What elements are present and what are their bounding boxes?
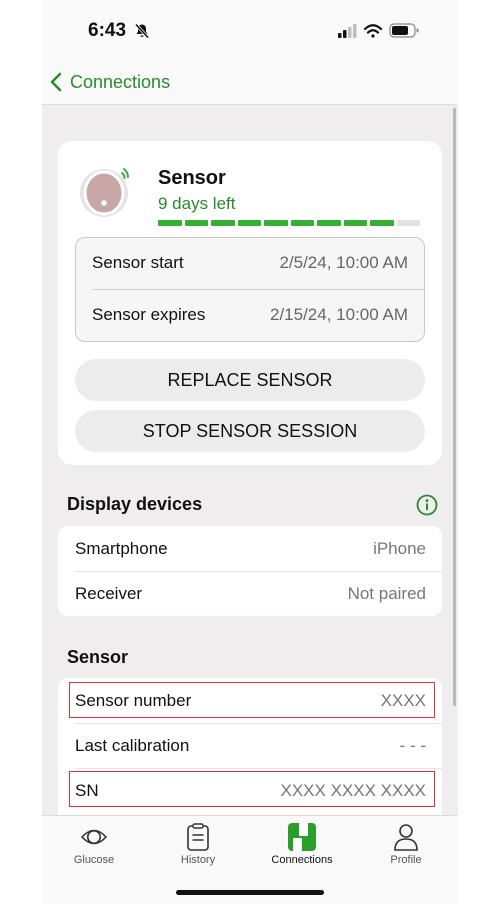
phone-screen: 6:43 Connections Sensor 9 days left Sens… bbox=[42, 0, 458, 904]
sensor-start-label: Sensor start bbox=[92, 253, 184, 272]
sensor-dates-box: Sensor start 2/5/24, 10:00 AM Sensor exp… bbox=[75, 237, 425, 342]
progress-segment bbox=[264, 220, 288, 226]
sensor-expires-label: Sensor expires bbox=[92, 305, 206, 324]
receiver-label: Receiver bbox=[75, 584, 143, 603]
tab-glucose[interactable]: Glucose bbox=[42, 816, 146, 871]
sensor-section-heading: Sensor bbox=[67, 647, 129, 667]
last-calibration-label: Last calibration bbox=[75, 736, 190, 755]
progress-segment bbox=[211, 220, 235, 226]
smartphone-value: iPhone bbox=[373, 539, 426, 558]
cellular-signal-icon bbox=[338, 24, 357, 38]
tab-history[interactable]: History bbox=[146, 816, 250, 871]
back-label: Connections bbox=[70, 71, 171, 92]
status-bar: 6:43 bbox=[42, 0, 458, 60]
info-icon[interactable] bbox=[416, 494, 438, 516]
display-devices-heading: Display devices bbox=[67, 494, 203, 514]
tab-label: History bbox=[180, 854, 216, 866]
sensor-expires-value: 2/15/24, 10:00 AM bbox=[270, 305, 408, 324]
sensor-life-progress bbox=[158, 220, 420, 226]
smartphone-label: Smartphone bbox=[75, 539, 168, 558]
progress-segment bbox=[370, 220, 394, 226]
tab-connections[interactable]: Connections bbox=[250, 816, 354, 871]
stop-sensor-session-button[interactable]: STOP SENSOR SESSION bbox=[75, 410, 425, 452]
tab-bar: Glucose History Connections Profile bbox=[42, 815, 458, 871]
glucose-icon bbox=[80, 829, 108, 845]
receiver-row[interactable]: Receiver Not paired bbox=[58, 571, 442, 616]
display-devices-list: Smartphone iPhone Receiver Not paired bbox=[58, 526, 442, 616]
progress-segment bbox=[343, 220, 367, 226]
days-left-text: 9 days left bbox=[158, 194, 236, 213]
scrollbar[interactable] bbox=[453, 108, 456, 706]
history-icon bbox=[187, 823, 209, 851]
last-calibration-value: - - - bbox=[399, 736, 426, 755]
wifi-icon bbox=[363, 24, 383, 38]
bell-slash-icon bbox=[134, 23, 150, 39]
nav-bar: Connections bbox=[42, 60, 458, 105]
smartphone-row[interactable]: Smartphone iPhone bbox=[58, 526, 442, 571]
sensor-title: Sensor bbox=[158, 167, 226, 189]
sensor-card: Sensor 9 days left Sensor start 2/5/24, … bbox=[58, 141, 442, 465]
back-button[interactable]: Connections bbox=[50, 68, 170, 96]
sensor-start-value: 2/5/24, 10:00 AM bbox=[279, 253, 408, 272]
serial-number-highlight bbox=[69, 771, 435, 807]
sensor-expires-row: Sensor expires 2/15/24, 10:00 AM bbox=[76, 290, 424, 341]
tab-label: Profile bbox=[390, 854, 422, 866]
tab-profile[interactable]: Profile bbox=[354, 816, 458, 871]
sensor-start-row: Sensor start 2/5/24, 10:00 AM bbox=[76, 238, 424, 289]
tab-label: Connections bbox=[271, 854, 333, 866]
tab-label: Glucose bbox=[73, 854, 115, 866]
status-time: 6:43 bbox=[88, 20, 127, 41]
progress-segment bbox=[396, 220, 420, 226]
last-calibration-row: Last calibration - - - bbox=[58, 723, 442, 768]
home-indicator[interactable] bbox=[176, 890, 324, 895]
progress-segment bbox=[158, 220, 182, 226]
sensor-number-highlight bbox=[69, 682, 435, 718]
sensor-icon bbox=[80, 168, 129, 217]
battery-icon bbox=[389, 23, 419, 38]
system-status-icons bbox=[338, 23, 419, 38]
home-indicator-area bbox=[42, 870, 458, 904]
progress-segment bbox=[237, 220, 261, 226]
profile-icon bbox=[394, 824, 418, 851]
progress-segment bbox=[317, 220, 341, 226]
chevron-left-icon bbox=[50, 72, 62, 92]
connections-icon bbox=[288, 823, 316, 851]
progress-segment bbox=[184, 220, 208, 226]
replace-sensor-button[interactable]: REPLACE SENSOR bbox=[75, 359, 425, 401]
receiver-value: Not paired bbox=[347, 584, 426, 603]
progress-segment bbox=[290, 220, 314, 226]
